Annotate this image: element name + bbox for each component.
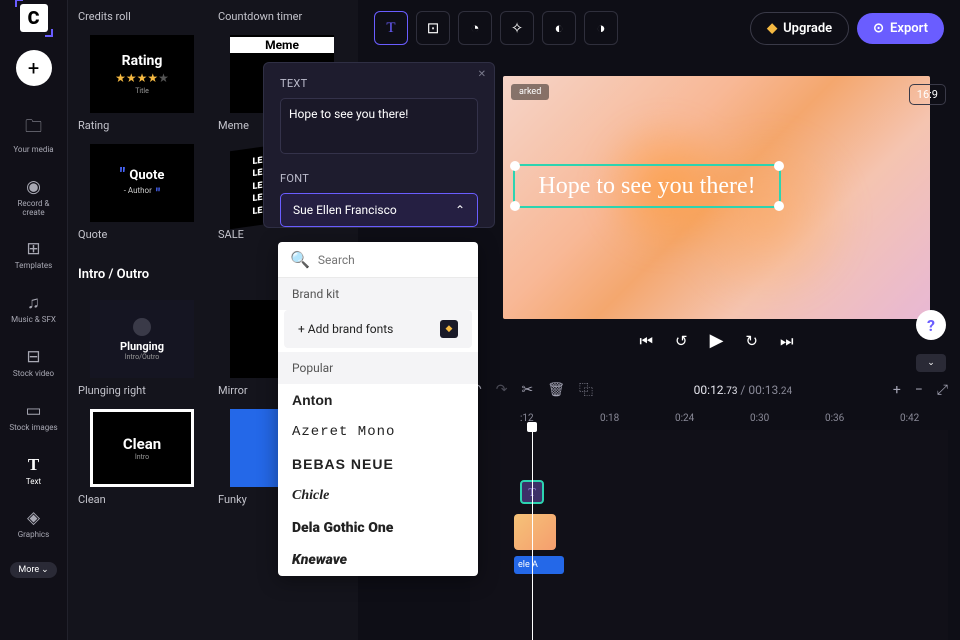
delete-button[interactable]: 🗑 bbox=[547, 382, 565, 398]
image-icon: ▭ bbox=[25, 401, 41, 421]
font-option[interactable]: Azeret Mono bbox=[278, 416, 478, 448]
add-brand-fonts-button[interactable]: + Add brand fonts◆ bbox=[284, 310, 472, 348]
font-option[interactable]: BEBAS NEUE bbox=[278, 448, 478, 480]
expand-timeline-button[interactable]: ⌄ bbox=[916, 354, 946, 372]
export-button[interactable]: ⊙Export bbox=[857, 13, 944, 44]
templates-icon: ⊞ bbox=[26, 239, 40, 259]
timeline-ruler[interactable]: :12 0:18 0:24 0:30 0:36 0:42 bbox=[470, 408, 948, 428]
add-button[interactable]: + bbox=[16, 50, 52, 86]
help-button[interactable]: ? bbox=[916, 310, 946, 340]
play-button[interactable]: ▶ bbox=[710, 330, 724, 351]
left-sidebar: C + 🗀Your media ◉Record & create ⊞Templa… bbox=[0, 0, 68, 640]
playback-controls: ⏮ ↺ ▶ ↻ ⏭ bbox=[503, 330, 930, 351]
font-section-label: FONT bbox=[280, 172, 478, 185]
resize-handle[interactable] bbox=[510, 201, 520, 211]
timecode: 00:12.73 / 00:13.24 bbox=[694, 383, 792, 397]
text-icon: T bbox=[28, 455, 39, 475]
template-quote[interactable]: "Quote- Author" Quote bbox=[78, 144, 206, 241]
close-icon[interactable]: ✕ bbox=[478, 69, 486, 80]
nav-stock-video[interactable]: ⊟Stock video bbox=[13, 347, 54, 379]
split-button[interactable]: ✂ bbox=[521, 382, 533, 398]
text-properties-panel: ✕ TEXT FONT Sue Ellen Francisco⌃ bbox=[263, 62, 495, 228]
tool-contrast[interactable]: ◐ bbox=[542, 11, 576, 45]
nav-your-media[interactable]: 🗀Your media bbox=[13, 114, 53, 155]
tool-effects[interactable]: ✧ bbox=[500, 11, 534, 45]
upgrade-button[interactable]: ◆Upgrade bbox=[750, 12, 849, 45]
template-countdown[interactable]: Countdown timer bbox=[218, 4, 346, 23]
bw-icon: ◑ bbox=[596, 19, 605, 37]
font-search-input[interactable] bbox=[318, 253, 474, 267]
audio-clip[interactable]: ele A bbox=[514, 556, 564, 574]
redo-button[interactable]: ↷ bbox=[496, 382, 508, 398]
resize-handle[interactable] bbox=[510, 161, 520, 171]
chevron-down-icon: ⌄ bbox=[41, 565, 49, 575]
skip-start-button[interactable]: ⏮ bbox=[639, 332, 653, 350]
resize-handle[interactable] bbox=[774, 161, 784, 171]
zoom-in-button[interactable]: + bbox=[893, 382, 901, 398]
font-option[interactable]: Knewave bbox=[278, 544, 478, 576]
nav-graphics[interactable]: ◈Graphics bbox=[18, 508, 50, 540]
crop-icon: ⊡ bbox=[427, 19, 440, 37]
video-clip[interactable] bbox=[514, 514, 556, 550]
template-credits-roll[interactable]: Credits roll bbox=[78, 4, 206, 23]
template-plunging[interactable]: PlungingIntro/Outro Plunging right bbox=[78, 300, 206, 397]
playhead[interactable] bbox=[532, 430, 533, 640]
rewind-button[interactable]: ↺ bbox=[675, 332, 688, 350]
skip-end-button[interactable]: ⏭ bbox=[780, 332, 794, 350]
group-popular: Popular bbox=[278, 352, 478, 384]
nav-record-create[interactable]: ◉Record & create bbox=[17, 177, 49, 218]
font-option[interactable]: Dela Gothic One bbox=[278, 512, 478, 544]
nav-stock-images[interactable]: ▭Stock images bbox=[9, 401, 57, 433]
music-icon: ♫ bbox=[27, 293, 40, 313]
chevron-up-icon: ⌃ bbox=[455, 203, 465, 217]
timeline-toolbar: ↶ ↷ ✂ 🗑 ⿻ 00:12.73 / 00:13.24 + − ⤢ bbox=[470, 376, 948, 404]
export-icon: ⊙ bbox=[873, 21, 884, 36]
app-logo: C bbox=[20, 4, 48, 32]
nav-music-sfx[interactable]: ♫Music & SFX bbox=[11, 293, 56, 325]
nav-text[interactable]: TText bbox=[26, 455, 41, 487]
top-toolbar: T ⊡ ◔ ✧ ◐ ◑ ◆Upgrade ⊙Export bbox=[358, 0, 960, 56]
graphics-icon: ◈ bbox=[27, 508, 40, 528]
timeline-tracks[interactable]: T ele A bbox=[470, 430, 948, 640]
premium-badge-icon: ◆ bbox=[440, 320, 458, 338]
folder-icon: 🗀 bbox=[25, 114, 42, 143]
search-icon: 🔍 bbox=[290, 250, 310, 269]
wand-icon: ✧ bbox=[511, 19, 524, 37]
tool-text[interactable]: T bbox=[374, 11, 408, 45]
font-search: 🔍 bbox=[278, 242, 478, 278]
template-clean[interactable]: CleanIntro Clean bbox=[78, 409, 206, 506]
group-brand-kit: Brand kit bbox=[278, 278, 478, 310]
zoom-out-button[interactable]: − bbox=[915, 382, 923, 398]
contrast-icon: ◐ bbox=[554, 19, 563, 37]
font-option[interactable]: Anton bbox=[278, 384, 478, 416]
template-rating[interactable]: Rating★★★★★Title Rating bbox=[78, 35, 206, 132]
text-tool-icon: T bbox=[386, 20, 395, 37]
watermark: arked bbox=[511, 84, 549, 100]
text-input[interactable] bbox=[280, 98, 478, 154]
fit-button[interactable]: ⤢ bbox=[937, 382, 948, 398]
diamond-icon: ◆ bbox=[767, 21, 777, 36]
tool-color[interactable]: ◔ bbox=[458, 11, 492, 45]
text-section-label: TEXT bbox=[280, 77, 478, 90]
record-icon: ◉ bbox=[26, 177, 41, 197]
more-button[interactable]: More⌄ bbox=[10, 562, 56, 578]
font-dropdown: 🔍 Brand kit + Add brand fonts◆ Popular A… bbox=[278, 242, 478, 576]
resize-handle[interactable] bbox=[774, 201, 784, 211]
font-select[interactable]: Sue Ellen Francisco⌃ bbox=[280, 193, 478, 227]
aspect-ratio-button[interactable]: 16:9 bbox=[909, 84, 946, 105]
font-option[interactable]: Chicle bbox=[278, 480, 478, 512]
duplicate-button[interactable]: ⿻ bbox=[579, 380, 593, 400]
palette-icon: ◔ bbox=[470, 19, 479, 37]
tool-bw[interactable]: ◑ bbox=[584, 11, 618, 45]
canvas-preview[interactable]: arked Hope to see you there! bbox=[503, 76, 930, 319]
nav-templates[interactable]: ⊞Templates bbox=[15, 239, 52, 271]
forward-button[interactable]: ↻ bbox=[745, 332, 758, 350]
video-icon: ⊟ bbox=[26, 347, 40, 367]
tool-crop[interactable]: ⊡ bbox=[416, 11, 450, 45]
text-element-selected[interactable]: Hope to see you there! bbox=[513, 164, 781, 208]
